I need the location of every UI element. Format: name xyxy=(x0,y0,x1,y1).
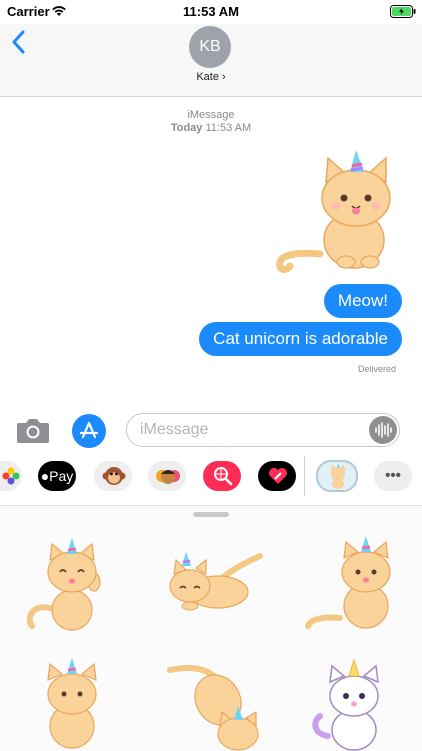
memoji-app-icon[interactable] xyxy=(148,461,186,491)
conversation-header: KB Kate › xyxy=(0,24,422,97)
message-bubble[interactable]: Meow! xyxy=(323,284,402,318)
audio-record-button[interactable] xyxy=(369,416,397,444)
cat-unicorn-sticker-app-icon[interactable] xyxy=(316,460,358,492)
animoji-app-icon[interactable] xyxy=(94,461,132,491)
message-placeholder: iMessage xyxy=(140,421,209,438)
app-drawer: ●Pay ••• xyxy=(0,456,422,502)
cat-unicorn-sticker[interactable] xyxy=(160,546,264,616)
cat-unicorn-icon xyxy=(331,463,345,489)
waveform-icon xyxy=(375,422,392,438)
digital-touch-app-icon[interactable] xyxy=(258,461,296,491)
camera-icon[interactable] xyxy=(16,416,50,444)
apple-pay-app-icon[interactable]: ●Pay xyxy=(38,461,76,491)
back-chevron-icon[interactable] xyxy=(11,30,27,54)
message-input[interactable]: iMessage xyxy=(126,413,400,447)
timestamp-time: 11:53 AM xyxy=(205,122,252,134)
status-bar: Carrier 11:53 AM xyxy=(0,0,422,24)
cat-unicorn-sticker[interactable] xyxy=(32,656,112,751)
cat-unicorn-sticker[interactable] xyxy=(22,538,114,638)
globe-search-icon xyxy=(214,467,233,486)
app-store-button[interactable] xyxy=(72,414,106,448)
cat-unicorn-sticker[interactable] xyxy=(160,656,264,751)
app-store-icon xyxy=(79,421,99,439)
contact-avatar[interactable]: KB xyxy=(189,26,231,68)
contact-name[interactable]: Kate › xyxy=(0,71,422,83)
white-unicorn-cat-sticker[interactable] xyxy=(306,656,402,751)
photos-flower-icon xyxy=(2,467,20,485)
delivery-status: Delivered xyxy=(357,364,396,374)
sent-cat-unicorn-sticker[interactable] xyxy=(272,150,402,276)
service-label: iMessage xyxy=(187,109,235,121)
drawer-divider xyxy=(304,456,305,496)
message-bubble[interactable]: Cat unicorn is adorable xyxy=(199,322,402,356)
monkey-icon xyxy=(102,467,126,485)
status-time: 11:53 AM xyxy=(183,4,239,19)
memoji-faces-icon xyxy=(156,470,180,484)
search-images-app-icon[interactable] xyxy=(203,461,241,491)
heart-icon xyxy=(269,468,287,484)
photos-app-icon[interactable] xyxy=(0,461,22,491)
message-timestamp: Today 11:53 AM xyxy=(0,122,422,134)
apple-logo-icon: ● xyxy=(40,468,50,484)
timestamp-day: Today xyxy=(170,122,203,134)
apple-pay-label: Pay xyxy=(49,468,74,484)
sticker-panel xyxy=(0,505,422,751)
panel-grabber-handle[interactable] xyxy=(193,512,229,517)
cat-unicorn-sticker[interactable] xyxy=(304,536,404,636)
battery-icon xyxy=(390,5,416,18)
more-apps-button[interactable]: ••• xyxy=(374,461,412,491)
